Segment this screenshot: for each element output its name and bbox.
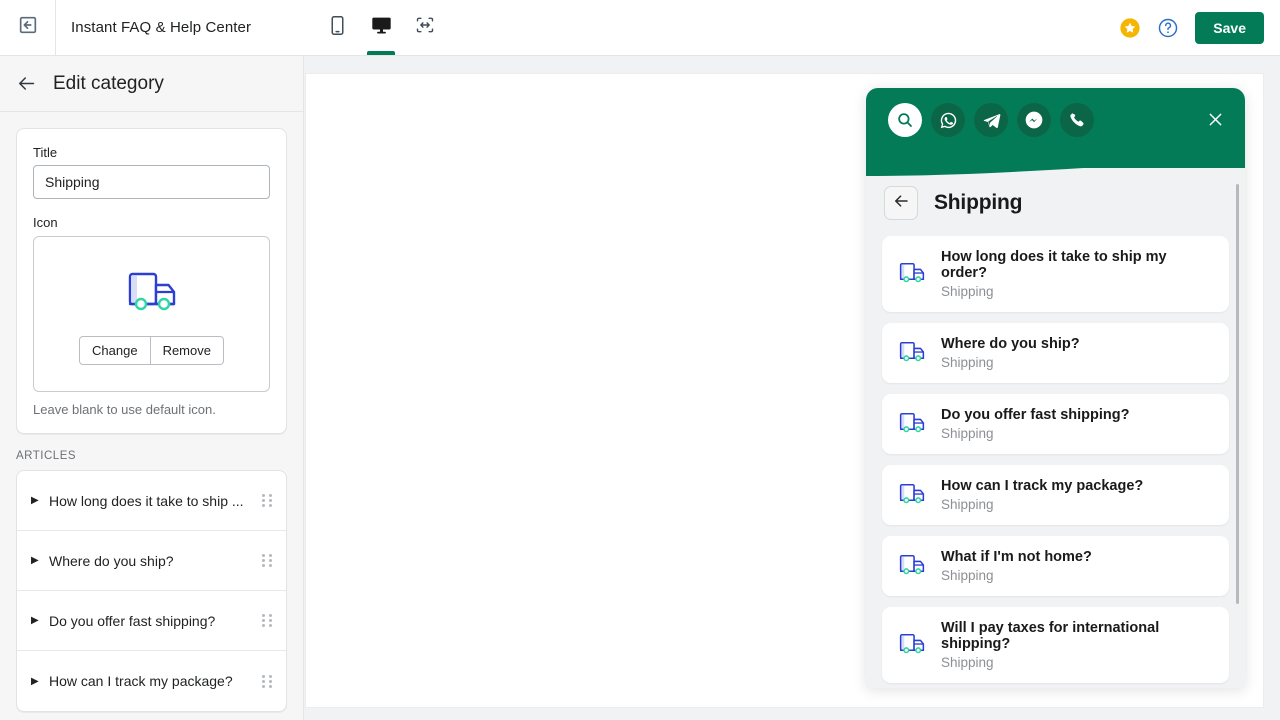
save-button[interactable]: Save [1195, 11, 1264, 44]
faq-article-card[interactable]: Where do you ship? Shipping [882, 323, 1229, 383]
chevron-right-icon[interactable]: ▶ [31, 495, 45, 506]
page-title: Edit category [53, 72, 164, 94]
icon-action-buttons: Change Remove [79, 336, 224, 365]
faq-question: Will I pay taxes for international shipp… [941, 620, 1160, 652]
title-input[interactable] [33, 165, 270, 199]
app-top-bar: Instant FAQ & Help Center Save [0, 0, 1280, 56]
faq-card-texts: What if I'm not home? Shipping [941, 549, 1092, 583]
search-icon[interactable] [888, 103, 922, 137]
sidebar-header: Edit category [0, 56, 303, 112]
exit-editor-button[interactable] [0, 0, 56, 55]
list-item[interactable]: ▶ How long does it take to ship ... [17, 471, 286, 531]
list-item[interactable]: ▶ How can I track my package? [17, 651, 286, 711]
chevron-right-icon[interactable]: ▶ [31, 676, 45, 687]
faq-question: What if I'm not home? [941, 549, 1092, 565]
delivery-truck-icon [121, 263, 183, 322]
change-icon-button[interactable]: Change [79, 336, 151, 365]
messenger-icon[interactable] [1017, 103, 1051, 137]
drag-handle-icon[interactable] [262, 674, 272, 688]
faq-card-texts: Do you offer fast shipping? Shipping [941, 407, 1130, 441]
chevron-right-icon[interactable]: ▶ [31, 615, 45, 626]
widget-body: Shipping How long does it take to ship m… [866, 168, 1245, 688]
channel-buttons [866, 88, 1245, 137]
widget-scrollbar[interactable] [1236, 184, 1239, 604]
star-icon[interactable] [1119, 17, 1141, 39]
list-item[interactable]: ▶ Where do you ship? [17, 531, 286, 591]
faq-category: Shipping [941, 497, 994, 512]
whatsapp-icon[interactable] [931, 103, 965, 137]
faq-category: Shipping [941, 284, 994, 299]
article-title: Do you offer fast shipping? [49, 612, 216, 629]
top-bar-actions: Save [1119, 11, 1280, 44]
expand-horizontal-icon [414, 15, 436, 40]
delivery-truck-icon [896, 337, 928, 370]
remove-icon-button[interactable]: Remove [150, 336, 224, 365]
faq-question: How long does it take to ship my order? [941, 249, 1167, 281]
device-tab-mobile[interactable] [321, 0, 353, 55]
delivery-truck-icon [896, 629, 928, 662]
faq-card-texts: Where do you ship? Shipping [941, 336, 1080, 370]
device-tab-fullwidth[interactable] [409, 0, 441, 55]
faq-card-texts: How can I track my package? Shipping [941, 478, 1143, 512]
faq-article-card[interactable]: Will I pay taxes for international shipp… [882, 607, 1229, 683]
widget-back-button[interactable] [884, 186, 918, 220]
faq-article-card[interactable]: Do you offer fast shipping? Shipping [882, 394, 1229, 454]
widget-title-row: Shipping [882, 168, 1229, 236]
device-preview-tabs [321, 0, 441, 55]
delivery-truck-icon [896, 550, 928, 583]
arrow-left-icon[interactable] [16, 73, 37, 94]
delivery-truck-icon [896, 408, 928, 441]
articles-list: ▶ How long does it take to ship ... ▶ Wh… [16, 470, 287, 712]
widget-category-title: Shipping [934, 191, 1023, 214]
drag-handle-icon[interactable] [262, 614, 272, 627]
faq-category: Shipping [941, 355, 994, 370]
faq-question: Where do you ship? [941, 336, 1080, 352]
list-item[interactable]: ▶ Do you offer fast shipping? [17, 591, 286, 651]
mobile-icon [329, 15, 346, 41]
widget-header [866, 88, 1245, 176]
title-field-label: Title [33, 145, 58, 160]
faq-card-texts: How long does it take to ship my order? … [941, 249, 1215, 299]
faq-card-texts: Will I pay taxes for international shipp… [941, 620, 1215, 670]
faq-article-card[interactable]: How long does it take to ship my order? … [882, 236, 1229, 312]
article-title: How long does it take to ship ... [49, 492, 244, 509]
device-tab-desktop[interactable] [365, 0, 397, 55]
question-mark-icon[interactable] [1157, 17, 1179, 39]
chevron-right-icon[interactable]: ▶ [31, 555, 45, 566]
icon-field-label: Icon [33, 215, 58, 230]
faq-article-card[interactable]: What if I'm not home? Shipping [882, 536, 1229, 596]
faq-widget-preview: Shipping How long does it take to ship m… [866, 88, 1245, 688]
faq-question: How can I track my package? [941, 478, 1144, 494]
faq-category: Shipping [941, 655, 994, 670]
drag-handle-icon[interactable] [262, 494, 272, 507]
article-title: How can I track my package? [49, 673, 233, 689]
icon-help-text: Leave blank to use default icon. [33, 402, 216, 417]
app-title: Instant FAQ & Help Center [71, 19, 252, 36]
category-settings-card: Title Icon Change Remove Leave blan [16, 128, 287, 434]
exit-arrow-icon [17, 14, 39, 41]
articles-section-heading: ARTICLES [16, 450, 77, 462]
delivery-truck-icon [896, 258, 928, 291]
faq-category: Shipping [941, 426, 994, 441]
article-title: Where do you ship? [49, 552, 174, 569]
arrow-left-icon [892, 192, 910, 215]
close-icon[interactable] [1206, 110, 1225, 134]
icon-preview-box: Change Remove [33, 236, 270, 392]
faq-article-card[interactable]: How can I track my package? Shipping [882, 465, 1229, 525]
desktop-icon [370, 15, 393, 41]
drag-handle-icon[interactable] [262, 554, 272, 567]
faq-category: Shipping [941, 568, 994, 583]
edit-category-sidebar: Edit category Title Icon Change Remove [0, 56, 304, 720]
faq-question: Do you offer fast shipping? [941, 407, 1130, 423]
telegram-icon[interactable] [974, 103, 1008, 137]
delivery-truck-icon [896, 479, 928, 512]
phone-icon[interactable] [1060, 103, 1094, 137]
